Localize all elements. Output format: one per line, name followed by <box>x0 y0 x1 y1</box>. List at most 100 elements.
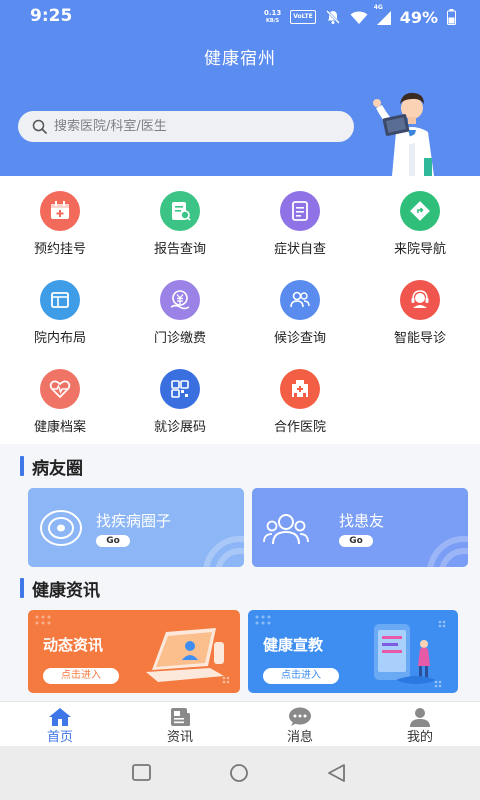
service-visit-code[interactable]: 就诊展码 <box>120 354 240 435</box>
header: 9:25 0.13 KB/S VoLTE 4G 49% 健康宿州 搜索医院/科室… <box>0 0 480 176</box>
news-dynamic-card[interactable]: 动态资讯 点击进入 <box>28 610 240 693</box>
section-accent-bar <box>20 578 24 598</box>
status-indicators: 0.13 KB/S VoLTE 4G 49% <box>264 4 456 27</box>
navigation-icon <box>410 201 430 221</box>
heart-record-icon <box>49 380 71 399</box>
service-label: 预约挂号 <box>33 242 86 257</box>
signal-icon: 4G <box>374 4 391 25</box>
service-symptom-check[interactable]: 症状自查 <box>240 176 360 257</box>
card-decoration <box>203 536 244 567</box>
service-icon-bg <box>280 191 320 231</box>
section-accent-bar <box>20 456 24 476</box>
card-title: 动态资讯 <box>43 636 104 654</box>
status-bar: 9:25 0.13 KB/S VoLTE 4G 49% <box>0 0 480 34</box>
tab-news[interactable]: 资讯 <box>120 702 240 747</box>
tab-home[interactable]: 首页 <box>0 702 120 747</box>
service-icon-bg <box>280 280 320 320</box>
service-label: 合作医院 <box>273 420 326 435</box>
service-health-record[interactable]: 健康档案 <box>0 354 120 435</box>
go-button[interactable]: Go <box>339 535 373 547</box>
people-queue-icon <box>290 291 310 308</box>
bottom-tab-bar: 首页 资讯 消息 我的 <box>0 701 480 746</box>
doctor-illustration <box>373 92 434 176</box>
report-search-icon <box>172 202 191 221</box>
enter-button[interactable]: 点击进入 <box>43 668 119 684</box>
tab-mine[interactable]: 我的 <box>360 702 480 747</box>
section-title-health-news: 健康资讯 <box>20 577 100 601</box>
search-bar[interactable] <box>18 111 354 142</box>
find-disease-circle-card[interactable]: 找疾病圈子 Go <box>28 488 244 567</box>
home-nav-icon[interactable] <box>228 763 250 783</box>
service-smart-guide[interactable]: 智能导诊 <box>360 265 480 346</box>
section-title-text: 病友圈 <box>32 458 83 479</box>
tab-messages[interactable]: 消息 <box>240 702 360 747</box>
mute-icon <box>325 10 340 24</box>
card-title: 找疾病圈子 <box>96 512 172 530</box>
user-icon <box>410 708 430 727</box>
tab-label: 消息 <box>286 730 313 745</box>
service-navigation[interactable]: 来院导航 <box>360 176 480 257</box>
service-icon-bg <box>40 369 80 409</box>
yuan-payment-icon <box>170 290 190 310</box>
search-input[interactable] <box>54 119 334 134</box>
tab-label: 首页 <box>46 730 73 745</box>
service-label: 门诊缴费 <box>153 331 206 346</box>
service-report-query[interactable]: 报告查询 <box>120 176 240 257</box>
target-icon <box>40 510 82 546</box>
service-label: 症状自查 <box>273 242 326 257</box>
net-speed: 0.13 KB/S <box>264 9 281 25</box>
layout-icon <box>51 292 69 308</box>
service-queue-query[interactable]: 候诊查询 <box>240 265 360 346</box>
friends-icon <box>263 514 309 545</box>
service-icon-bg <box>40 280 80 320</box>
go-button[interactable]: Go <box>96 535 130 547</box>
dots-decoration <box>255 615 271 625</box>
news-icon <box>171 708 190 726</box>
service-hospital-layout[interactable]: 院内布局 <box>0 265 120 346</box>
service-outpatient-payment[interactable]: 门诊缴费 <box>120 265 240 346</box>
card-title: 健康宣教 <box>263 636 324 654</box>
section-title-patient-circle: 病友圈 <box>20 455 83 479</box>
wifi-icon <box>350 11 368 24</box>
battery-percent: 49% <box>399 7 438 27</box>
back-icon[interactable] <box>326 763 348 783</box>
service-label: 健康档案 <box>33 420 86 435</box>
section-title-text: 健康资讯 <box>32 580 100 601</box>
card-decoration <box>427 536 468 567</box>
services-grid: 预约挂号 报告查询 症状自查 来院导航 院内布局 门诊缴费 候诊查询 智能导诊 … <box>0 176 480 444</box>
system-nav-bar <box>0 746 480 800</box>
enter-button[interactable]: 点击进入 <box>263 668 339 684</box>
find-patient-friend-card[interactable]: 找患友 Go <box>252 488 468 567</box>
headset-icon <box>411 290 429 308</box>
net-speed-unit: KB/S <box>266 18 280 24</box>
service-icon-bg <box>400 280 440 320</box>
service-icon-bg <box>160 280 200 320</box>
service-label: 报告查询 <box>153 242 206 257</box>
tab-label: 资讯 <box>166 730 193 745</box>
service-label: 院内布局 <box>33 331 86 346</box>
service-label: 智能导诊 <box>393 331 446 346</box>
service-appointment[interactable]: 预约挂号 <box>0 176 120 257</box>
message-icon <box>289 707 311 726</box>
checklist-icon <box>292 201 308 221</box>
hospital-icon <box>292 380 308 397</box>
service-label: 来院导航 <box>393 242 446 257</box>
battery-icon <box>447 9 456 25</box>
card-title: 找患友 <box>339 512 385 530</box>
search-icon <box>32 119 47 134</box>
service-icon-bg <box>160 191 200 231</box>
recents-icon[interactable] <box>131 763 153 783</box>
laptop-illustration <box>146 628 230 684</box>
service-partner-hospital[interactable]: 合作医院 <box>240 354 360 435</box>
qr-code-icon <box>171 380 189 398</box>
phone-illustration <box>374 620 446 688</box>
volte-icon: VoLTE <box>290 10 316 24</box>
service-icon-bg <box>280 369 320 409</box>
calendar-plus-icon <box>51 201 69 219</box>
service-icon-bg <box>400 191 440 231</box>
service-icon-bg <box>160 369 200 409</box>
dots-decoration <box>35 615 51 625</box>
health-education-card[interactable]: 健康宣教 点击进入 <box>248 610 458 693</box>
network-type: 4G <box>373 4 383 11</box>
tab-label: 我的 <box>406 730 433 745</box>
